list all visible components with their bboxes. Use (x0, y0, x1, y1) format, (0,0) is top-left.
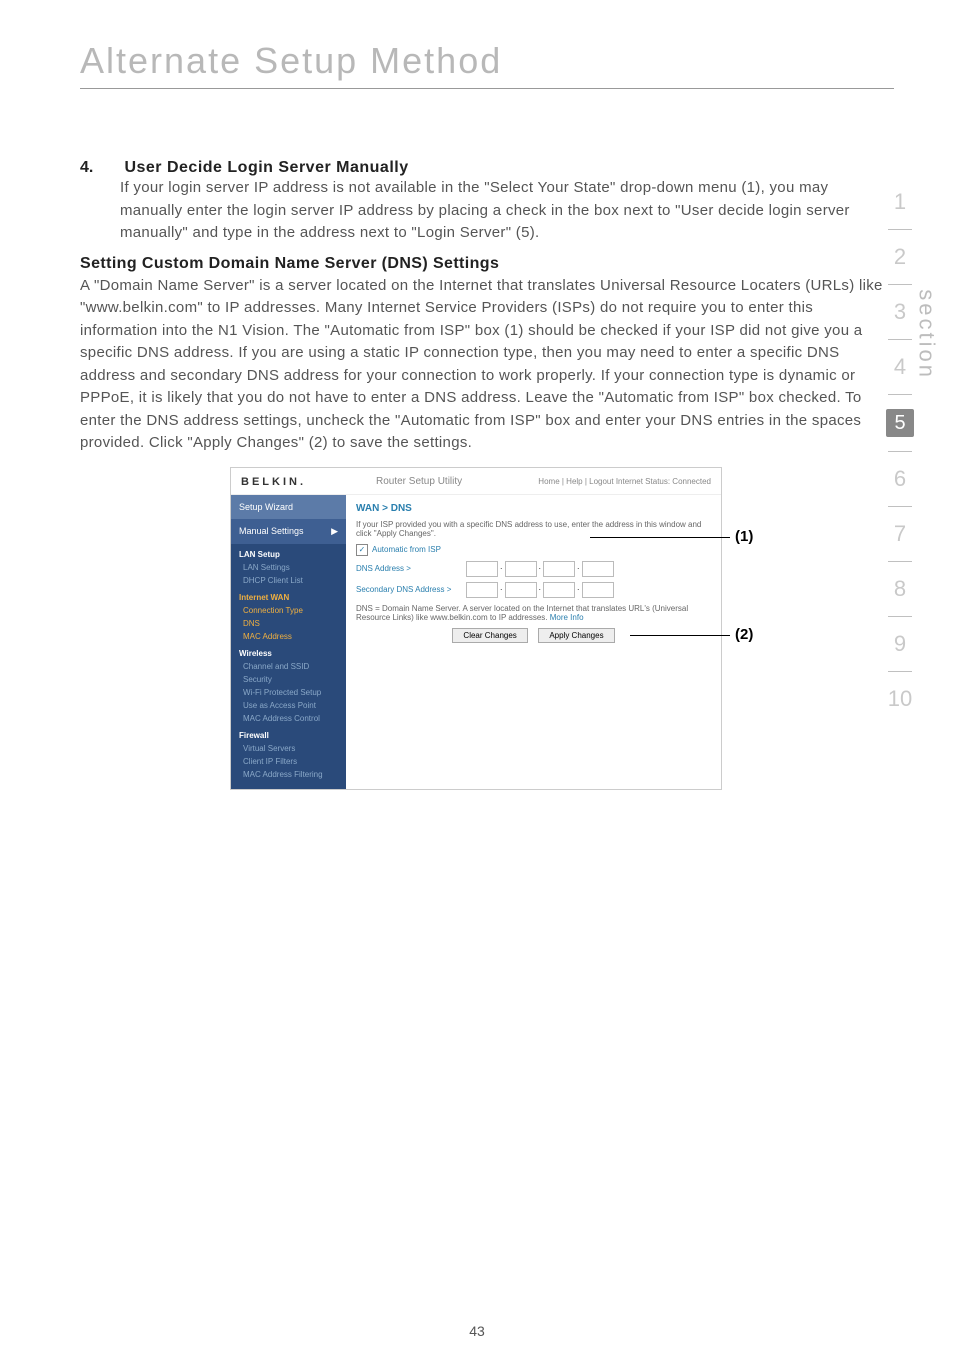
section-label: section (914, 289, 940, 380)
router-sidebar: Setup Wizard Manual Settings ▶ LAN Setup… (231, 495, 346, 789)
callout-2: (2) (735, 626, 753, 643)
dns-note: DNS = Domain Name Server. A server locat… (356, 604, 711, 622)
dns-heading: Setting Custom Domain Name Server (DNS) … (80, 255, 894, 273)
router-main: WAN > DNS If your ISP provided you with … (346, 495, 721, 789)
header-links: Home | Help | Logout Internet Status: Co… (538, 477, 711, 486)
brand-logo: BELKIN. (241, 476, 306, 488)
dns-octet-4[interactable] (582, 561, 614, 577)
sidebar-item-virtualservers[interactable]: Virtual Servers (231, 742, 346, 755)
dns-octet-3[interactable] (543, 561, 575, 577)
sidebar-item-conn-type[interactable]: Connection Type (231, 604, 346, 617)
sidebar-item-security[interactable]: Security (231, 673, 346, 686)
sidebar-cat-firewall: Firewall (231, 725, 346, 742)
title-rule (80, 88, 894, 89)
sec-dns-address-label: Secondary DNS Address > (356, 585, 466, 594)
section-link-8[interactable]: 8 (886, 576, 914, 602)
sec-dns-octet-3[interactable] (543, 582, 575, 598)
sidebar-cat-lan: LAN Setup (231, 544, 346, 561)
section-link-5[interactable]: 5 (886, 409, 914, 437)
section-number: 4. (80, 159, 120, 177)
breadcrumb: WAN > DNS (356, 503, 711, 514)
sidebar-item-dhcp[interactable]: DHCP Client List (231, 574, 346, 587)
dns-address-input[interactable]: ... (466, 561, 614, 577)
router-header: BELKIN. Router Setup Utility Home | Help… (231, 468, 721, 495)
section-link-3[interactable]: 3 (886, 299, 914, 325)
page-title: Alternate Setup Method (80, 40, 894, 82)
sec-dns-octet-1[interactable] (466, 582, 498, 598)
dns-desc: If your ISP provided you with a specific… (356, 520, 711, 538)
sidebar-item-lan-settings[interactable]: LAN Settings (231, 561, 346, 574)
dns-address-label: DNS Address > (356, 564, 466, 573)
section-link-2[interactable]: 2 (886, 244, 914, 270)
auto-isp-label: Automatic from ISP (372, 545, 441, 554)
sidebar-item-macfilter[interactable]: MAC Address Filtering (231, 768, 346, 781)
section-link-7[interactable]: 7 (886, 521, 914, 547)
sidebar-item-maccontrol[interactable]: MAC Address Control (231, 712, 346, 725)
sec-dns-octet-2[interactable] (505, 582, 537, 598)
utility-title: Router Setup Utility (376, 476, 462, 487)
sec-dns-address-input[interactable]: ... (466, 582, 614, 598)
sidebar-item-wps[interactable]: Wi-Fi Protected Setup (231, 686, 346, 699)
manual-settings-button[interactable]: Manual Settings ▶ (231, 519, 346, 544)
dns-octet-1[interactable] (466, 561, 498, 577)
sidebar-cat-wireless: Wireless (231, 643, 346, 660)
section-heading: User Decide Login Server Manually (124, 159, 408, 176)
dns-body: A "Domain Name Server" is a server locat… (80, 275, 894, 455)
setup-wizard-button[interactable]: Setup Wizard (231, 495, 346, 519)
dns-octet-2[interactable] (505, 561, 537, 577)
section-link-10[interactable]: 10 (886, 686, 914, 712)
section-body: If your login server IP address is not a… (120, 177, 894, 245)
callout-1: (1) (735, 528, 753, 545)
sidebar-item-ipfilters[interactable]: Client IP Filters (231, 755, 346, 768)
section-4: 4. User Decide Login Server Manually If … (80, 159, 894, 245)
sidebar-item-ap[interactable]: Use as Access Point (231, 699, 346, 712)
apply-changes-button[interactable]: Apply Changes (538, 628, 614, 643)
clear-changes-button[interactable]: Clear Changes (452, 628, 527, 643)
sidebar-item-dns[interactable]: DNS (231, 617, 346, 630)
router-screenshot: BELKIN. Router Setup Utility Home | Help… (230, 467, 770, 790)
section-link-1[interactable]: 1 (886, 189, 914, 215)
sidebar-cat-wan: Internet WAN (231, 587, 346, 604)
callout-line-2 (630, 635, 730, 636)
section-nav: 1 2 3 4 5 6 7 8 9 10 (886, 175, 914, 726)
more-info-link[interactable]: More Info (550, 613, 584, 622)
section-link-6[interactable]: 6 (886, 466, 914, 492)
manual-settings-label: Manual Settings (239, 526, 304, 536)
callout-line-1 (590, 537, 730, 538)
sec-dns-octet-4[interactable] (582, 582, 614, 598)
page-number: 43 (0, 1323, 954, 1339)
section-link-4[interactable]: 4 (886, 354, 914, 380)
section-link-9[interactable]: 9 (886, 631, 914, 657)
sidebar-item-ssid[interactable]: Channel and SSID (231, 660, 346, 673)
auto-isp-checkbox[interactable]: ✓ (356, 544, 368, 556)
sidebar-item-mac[interactable]: MAC Address (231, 630, 346, 643)
chevron-right-icon: ▶ (331, 526, 338, 537)
